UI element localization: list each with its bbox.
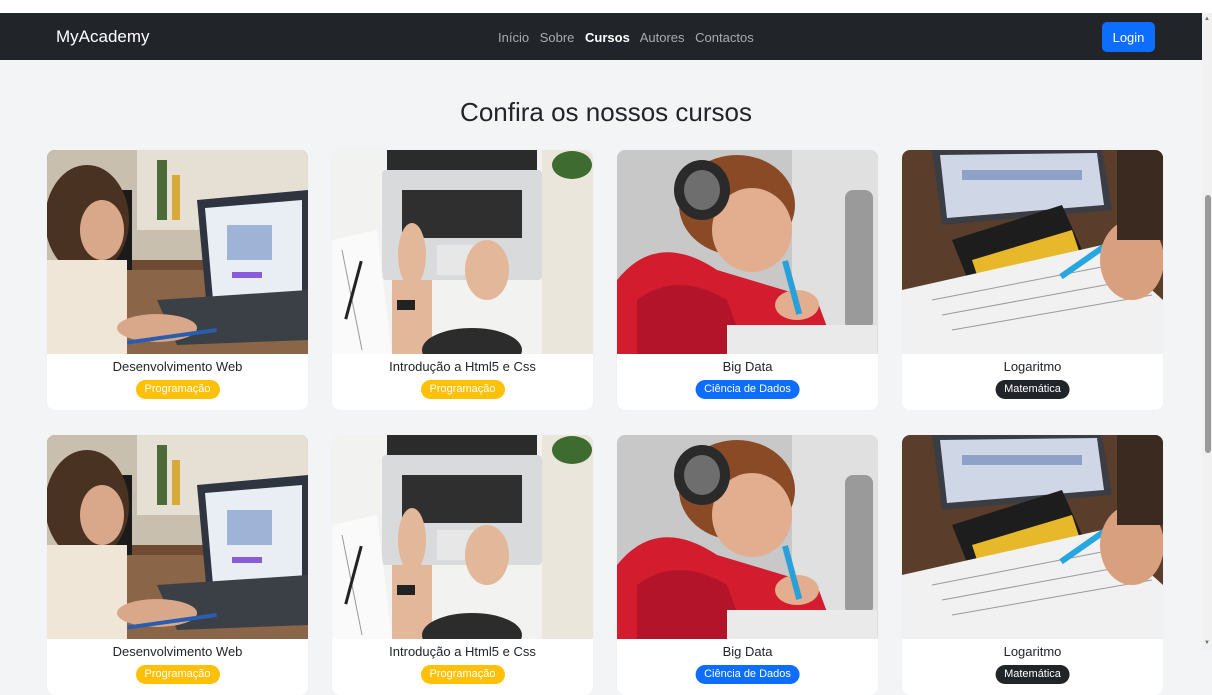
page-heading: Confira os nossos cursos [460, 97, 752, 127]
nav-link-cursos[interactable]: Cursos [585, 30, 630, 45]
category-badge: Matemática [995, 665, 1070, 684]
course-card[interactable]: Big Data Ciência de Dados [617, 150, 878, 410]
course-title: Big Data [722, 359, 773, 374]
category-badge: Ciência de Dados [695, 665, 800, 684]
top-navbar: MyAcademy Início Sobre Cursos Autores Co… [0, 13, 1202, 60]
boy-headphones-photo[interactable] [617, 435, 878, 639]
laptop-study-photo[interactable] [47, 150, 308, 354]
category-badge: Programação [420, 665, 505, 684]
course-title: Introdução a Html5 e Css [389, 359, 536, 374]
course-card[interactable]: Logaritmo Matemática [902, 435, 1163, 695]
category-badge: Programação [420, 380, 505, 399]
nav-link-inicio[interactable]: Início [498, 30, 529, 45]
category-badge: Matemática [995, 380, 1070, 399]
boy-headphones-photo[interactable] [617, 150, 878, 354]
nav-link-autores[interactable]: Autores [640, 30, 685, 45]
course-card[interactable]: Introdução a Html5 e Css Programação [332, 150, 593, 410]
course-title: Desenvolvimento Web [112, 359, 243, 374]
category-badge: Programação [135, 665, 220, 684]
course-title: Introdução a Html5 e Css [389, 644, 536, 659]
course-card[interactable]: Logaritmo Matemática [902, 150, 1163, 410]
course-title: Big Data [722, 644, 773, 659]
course-card[interactable]: Desenvolvimento Web Programação [47, 435, 308, 695]
category-badge: Programação [135, 380, 220, 399]
nav-link-sobre[interactable]: Sobre [540, 30, 575, 45]
course-title: Logaritmo [1003, 644, 1062, 659]
nav-link-contactos[interactable]: Contactos [695, 30, 754, 45]
scrollbar-thumb[interactable] [1205, 195, 1211, 453]
course-card[interactable]: Desenvolvimento Web Programação [47, 150, 308, 410]
brand-logo[interactable]: MyAcademy [56, 27, 150, 47]
course-title: Logaritmo [1003, 359, 1062, 374]
category-badge: Ciência de Dados [695, 380, 800, 399]
browser-top-strip [0, 0, 1212, 13]
math-book-photo[interactable] [902, 150, 1163, 354]
math-book-photo[interactable] [902, 435, 1163, 639]
typing-laptop-photo[interactable] [332, 435, 593, 639]
typing-laptop-photo[interactable] [332, 150, 593, 354]
scroll-down-arrow-icon[interactable]: ▼ [1204, 640, 1210, 646]
course-title: Desenvolvimento Web [112, 644, 243, 659]
nav-links: Início Sobre Cursos Autores Contactos [498, 30, 761, 45]
scroll-up-arrow-icon[interactable]: ▲ [1204, 16, 1210, 22]
course-card[interactable]: Introdução a Html5 e Css Programação [332, 435, 593, 695]
course-card[interactable]: Big Data Ciência de Dados [617, 435, 878, 695]
login-button[interactable]: Login [1102, 22, 1155, 52]
laptop-study-photo[interactable] [47, 435, 308, 639]
